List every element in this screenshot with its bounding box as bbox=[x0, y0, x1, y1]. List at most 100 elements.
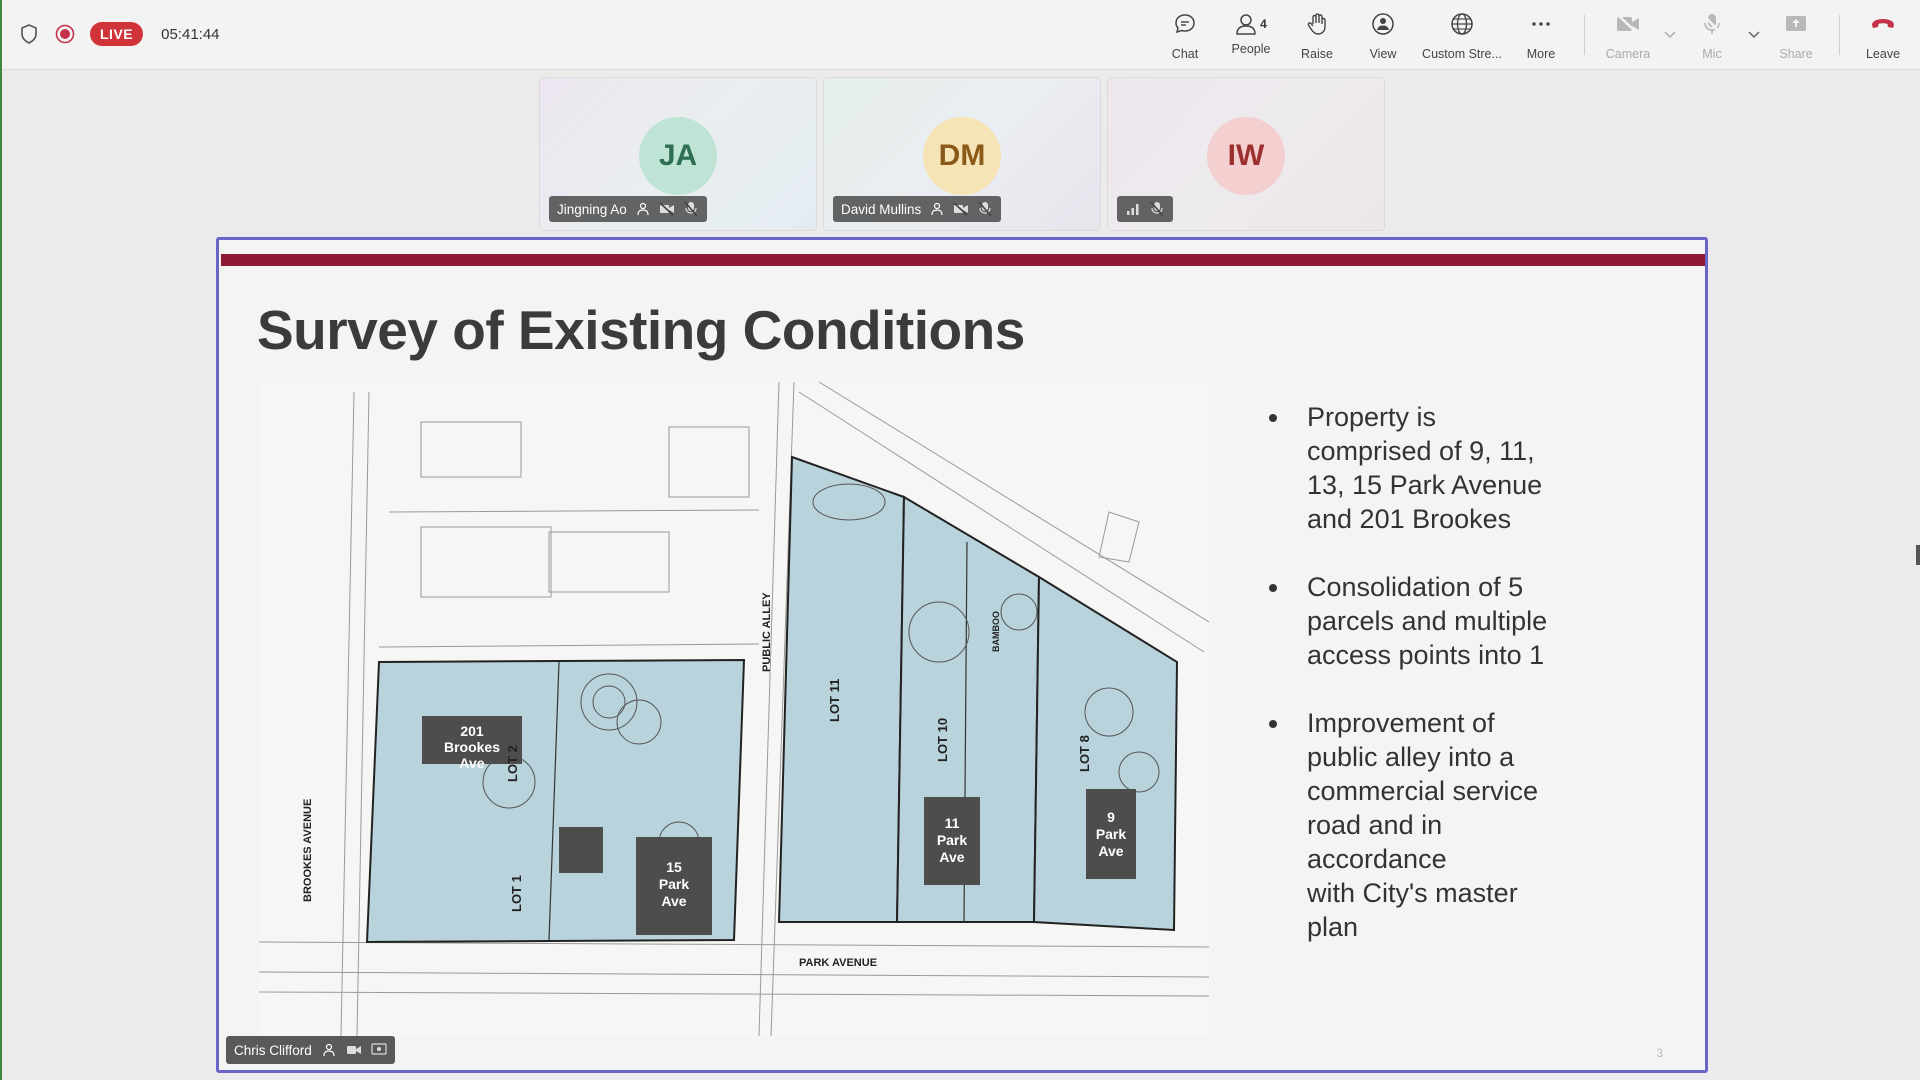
bullet-item: Consolidation of 5 parcels and multiple … bbox=[1269, 570, 1669, 672]
raise-label: Raise bbox=[1301, 47, 1333, 61]
participant-tile[interactable]: IW bbox=[1107, 77, 1385, 231]
label-9-park-l2: Park bbox=[1096, 826, 1127, 842]
more-label: More bbox=[1526, 47, 1556, 61]
leave-label: Leave bbox=[1865, 47, 1901, 61]
sign-language-icon bbox=[929, 201, 945, 217]
chevron-down-icon bbox=[1664, 31, 1676, 39]
chat-label: Chat bbox=[1171, 47, 1199, 61]
signal-strength-icon bbox=[1125, 201, 1141, 217]
mic-off-icon bbox=[1149, 201, 1165, 217]
participant-tile[interactable]: DM David Mullins bbox=[823, 77, 1101, 231]
share-screen-icon bbox=[1784, 12, 1808, 41]
camera-off-icon bbox=[953, 201, 969, 217]
survey-plan-drawing: 201 Brookes Ave 15 Park Ave 11 Park Ave … bbox=[259, 382, 1209, 1036]
presenter-name: Chris Clifford bbox=[234, 1042, 312, 1058]
camera-button[interactable]: Camera bbox=[1595, 0, 1661, 70]
people-button[interactable]: 4 People bbox=[1218, 0, 1284, 70]
participant-tile[interactable]: JA Jingning Ao bbox=[539, 77, 817, 231]
live-badge: LIVE bbox=[90, 22, 144, 46]
slide-page-number: 3 bbox=[1656, 1046, 1663, 1060]
label-15-park-l2: Park bbox=[659, 876, 690, 892]
bullet-dot bbox=[1269, 414, 1277, 422]
bullet-text: Property is comprised of 9, 11, 13, 15 P… bbox=[1307, 402, 1543, 534]
chat-button[interactable]: Chat bbox=[1152, 0, 1218, 70]
bullet-dot bbox=[1269, 720, 1277, 728]
label-lot8: LOT 8 bbox=[1077, 735, 1092, 772]
participant-name: Jingning Ao bbox=[557, 201, 627, 217]
recording-icon bbox=[54, 23, 76, 45]
label-201-brookes-l3: Ave bbox=[459, 755, 484, 771]
slide-title: Survey of Existing Conditions bbox=[257, 299, 1025, 361]
label-9-park: 9 bbox=[1107, 809, 1115, 825]
participant-name-chip: David Mullins bbox=[833, 196, 1002, 222]
chevron-down-icon bbox=[1748, 31, 1760, 39]
raise-hand-button[interactable]: Raise bbox=[1284, 0, 1350, 70]
label-11-park: 11 bbox=[945, 815, 960, 831]
window-edge-marker bbox=[1916, 545, 1920, 565]
view-button[interactable]: View bbox=[1350, 0, 1416, 70]
people-icon bbox=[1236, 14, 1256, 35]
camera-icon bbox=[346, 1042, 362, 1058]
camera-options-chevron[interactable] bbox=[1661, 0, 1679, 70]
meeting-window: LIVE 05:41:44 Chat 4 People Raise View C… bbox=[0, 0, 1920, 1080]
sign-language-icon bbox=[321, 1042, 337, 1058]
slide-bullet-list: Property is comprised of 9, 11, 13, 15 P… bbox=[1269, 400, 1669, 978]
custom-streaming-button[interactable]: Custom Stre... bbox=[1416, 0, 1508, 70]
view-icon bbox=[1371, 12, 1395, 41]
meeting-timer: 05:41:44 bbox=[161, 25, 220, 43]
camera-off-icon bbox=[659, 201, 675, 217]
mic-label: Mic bbox=[1702, 47, 1722, 61]
bullet-text: Consolidation of 5 parcels and multiple … bbox=[1307, 572, 1548, 670]
bullet-dot bbox=[1269, 584, 1277, 592]
label-11-park-l3: Ave bbox=[939, 849, 964, 865]
screen-share-icon bbox=[371, 1042, 387, 1058]
label-201-brookes-l2: Brookes bbox=[444, 739, 500, 755]
participant-name-chip: Jingning Ao bbox=[549, 196, 707, 222]
share-label: Share bbox=[1779, 47, 1813, 61]
bullet-item: Improvement of public alley into a comme… bbox=[1269, 706, 1669, 944]
shared-content-stage: Survey of Existing Conditions 201 Brooke… bbox=[216, 237, 1708, 1073]
label-lot1: LOT 1 bbox=[509, 875, 524, 912]
participant-name: David Mullins bbox=[841, 201, 922, 217]
mic-off-icon bbox=[977, 201, 993, 217]
label-lot10: LOT 10 bbox=[935, 718, 950, 762]
camera-label: Camera bbox=[1605, 47, 1651, 61]
hand-icon bbox=[1305, 12, 1329, 41]
shield-icon[interactable] bbox=[18, 23, 40, 45]
label-public-alley: PUBLIC ALLEY bbox=[761, 592, 773, 672]
more-icon bbox=[1529, 12, 1553, 41]
mic-off-icon bbox=[1700, 12, 1724, 41]
slide-accent-bar bbox=[221, 254, 1705, 266]
view-label: View bbox=[1369, 47, 1397, 61]
label-201-brookes: 201 bbox=[460, 723, 484, 739]
label-15-park-l3: Ave bbox=[661, 893, 686, 909]
camera-off-icon bbox=[1615, 12, 1641, 41]
hang-up-icon bbox=[1869, 12, 1897, 41]
people-label: People bbox=[1231, 42, 1271, 56]
chat-icon bbox=[1173, 12, 1197, 41]
toolbar-divider bbox=[1584, 15, 1585, 55]
label-lot11: LOT 11 bbox=[827, 679, 842, 722]
label-brookes-avenue: BROOKES AVENUE bbox=[302, 799, 314, 902]
meeting-status: LIVE 05:41:44 bbox=[18, 22, 220, 46]
leave-button[interactable]: Leave bbox=[1850, 0, 1916, 70]
share-button[interactable]: Share bbox=[1763, 0, 1829, 70]
custom-streaming-label: Custom Stre... bbox=[1422, 47, 1502, 61]
avatar: IW bbox=[1207, 117, 1285, 195]
participant-name-chip bbox=[1117, 196, 1173, 222]
participant-strip: JA Jingning Ao DM David Mullins IW bbox=[539, 77, 1385, 231]
label-park-avenue: PARK AVENUE bbox=[799, 957, 877, 969]
more-button[interactable]: More bbox=[1508, 0, 1574, 70]
avatar: JA bbox=[639, 117, 717, 195]
meeting-toolbar: LIVE 05:41:44 Chat 4 People Raise View C… bbox=[2, 0, 1920, 70]
toolbar-divider bbox=[1839, 15, 1840, 55]
mic-off-icon bbox=[683, 201, 699, 217]
avatar: DM bbox=[923, 117, 1001, 195]
label-15-park: 15 bbox=[666, 859, 682, 875]
mic-options-chevron[interactable] bbox=[1745, 0, 1763, 70]
people-count: 4 bbox=[1260, 17, 1267, 31]
label-lot2: LOT 2 bbox=[505, 745, 520, 782]
mic-button[interactable]: Mic bbox=[1679, 0, 1745, 70]
presenter-name-chip: Chris Clifford bbox=[226, 1036, 395, 1064]
sign-language-icon bbox=[635, 201, 651, 217]
